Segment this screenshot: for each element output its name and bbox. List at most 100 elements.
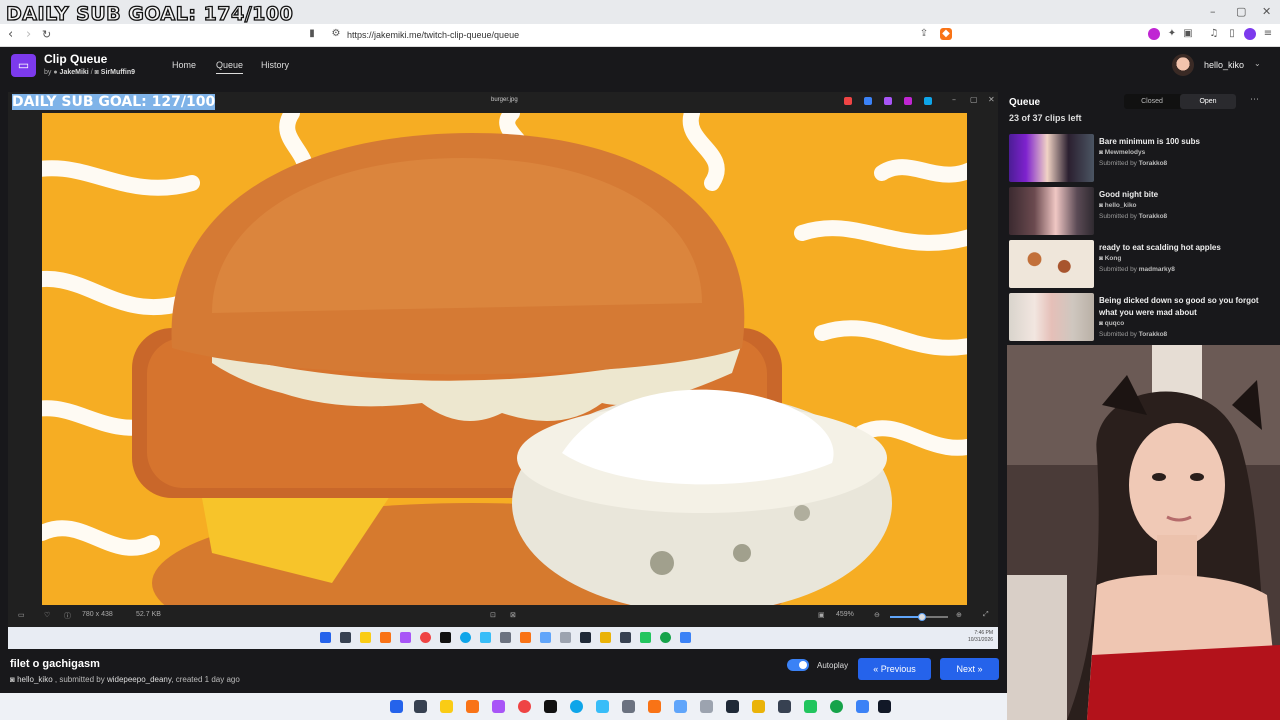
clock-date: 10/31/2026 [968,637,994,643]
reload-icon[interactable]: ↻ [42,28,51,41]
minimize-icon[interactable]: – [952,95,956,104]
menu-icon[interactable]: ≡ [1262,28,1274,40]
close-icon[interactable]: ✕ [1262,5,1271,18]
edge-icon[interactable] [570,700,583,713]
nav-home[interactable]: Home [172,60,196,70]
extension-icon[interactable]: ✦ [1166,28,1178,40]
by-label: by [44,69,52,76]
queue-item[interactable]: ready to eat scalding hot apples ◙ Kong … [1009,240,1274,288]
app-icon[interactable] [596,700,609,713]
app-icon[interactable] [544,700,557,713]
app-icon[interactable] [856,700,869,713]
queue-item-submitter: Submitted by Torakko8 [1099,331,1168,338]
app-icon[interactable] [864,97,872,105]
share-icon[interactable]: ⇪ [918,28,930,40]
queue-item[interactable]: Being dicked down so good so you forgot … [1009,293,1274,341]
sidebar-icon[interactable]: ▯ [1226,28,1238,40]
app-icon[interactable] [700,700,713,713]
next-label: Next [956,664,975,674]
queue-status-toggle[interactable]: Closed Open [1124,94,1236,109]
actual-size-icon[interactable]: ⊠ [510,611,516,619]
site-info-icon[interactable]: ⚙ [330,28,342,40]
chevron-down-icon[interactable]: ⌄ [1254,59,1261,68]
app-icon [540,632,551,643]
zoom-in-icon[interactable]: ⊕ [956,611,962,619]
extension-icon[interactable] [1148,28,1160,40]
profile-icon[interactable] [1244,28,1256,40]
info-icon[interactable]: ⓘ [64,611,71,621]
app-icon[interactable] [884,97,892,105]
windows-icon[interactable] [390,700,403,713]
rewind-icon: « [873,664,879,674]
app-icon[interactable] [778,700,791,713]
app-icon[interactable] [904,97,912,105]
app-icon[interactable] [844,97,852,105]
next-button[interactable]: Next » [940,658,999,680]
spotify-icon[interactable] [830,700,843,713]
back-icon[interactable]: ‹ [8,27,13,42]
author-link[interactable]: SirMuffin9 [101,69,135,76]
chrome-icon[interactable] [518,700,531,713]
favorite-icon[interactable]: ♡ [44,611,50,619]
queue-count: 23 of 37 clips left [1009,113,1082,123]
extension-icon[interactable]: ▣ [1182,28,1194,40]
clip-player[interactable]: DAILY SUB GOAL: 127/100 burger.jpg – ▢ ✕ [8,92,998,627]
sub-goal-overlay: DAILY SUB GOAL: 174/100 [5,2,294,25]
clip-channel[interactable]: hello_kiko [17,675,53,684]
app-icon[interactable] [466,700,479,713]
file-size: 52.7 KB [136,611,161,618]
app-icon[interactable] [804,700,817,713]
maximize-icon[interactable]: ▢ [970,95,978,104]
address-bar[interactable]: https://jakemiki.me/twitch-clip-queue/qu… [347,30,519,40]
nav-history[interactable]: History [261,60,289,70]
bookmark-icon[interactable]: ▮ [306,28,318,40]
clip-thumbnail [1009,187,1094,235]
queue-closed-option[interactable]: Closed [1124,94,1180,109]
minimize-icon[interactable]: – [1210,5,1216,18]
app-icon [580,632,591,643]
more-options-icon[interactable]: ⋯ [1250,95,1259,105]
zoom-out-icon[interactable]: ⊖ [874,611,880,619]
brave-shield-icon[interactable]: ◆ [940,28,952,40]
queue-item-channel: ◙ hello_kiko [1099,202,1137,209]
close-icon[interactable]: ✕ [988,95,995,104]
maximize-icon[interactable]: ▢ [1236,5,1246,18]
fullscreen-icon[interactable]: ⤢ [983,611,989,619]
app-icon[interactable] [674,700,687,713]
queue-open-option[interactable]: Open [1180,94,1236,109]
windows-icon [320,632,331,643]
queue-item-submitter: Submitted by Torakko8 [1099,160,1168,167]
previous-label: Previous [880,664,916,674]
folder-icon[interactable] [440,700,453,713]
clip-submitter[interactable]: widepeepo_deany [107,675,171,684]
zoom-slider-handle[interactable] [917,613,926,621]
app-icon[interactable] [492,700,505,713]
queue-item-channel: ◙ quqco [1099,320,1125,327]
avatar[interactable] [1172,54,1194,76]
app-icon[interactable] [924,97,932,105]
author-link[interactable]: JakeMiki [60,69,89,76]
view-mode-icon[interactable]: ▣ [818,611,825,619]
queue-item[interactable]: Good night bite ◙ hello_kiko Submitted b… [1009,187,1274,235]
autoplay-toggle[interactable] [787,659,809,671]
app-icon[interactable] [752,700,765,713]
zoom-slider[interactable] [890,613,948,621]
previous-button[interactable]: « Previous [858,658,931,680]
nav-queue[interactable]: Queue [216,60,244,74]
app-icon[interactable] [878,700,891,713]
clock-time: 7:46 PM [974,630,994,636]
twitch-icon: ◙ [10,675,15,684]
forward-icon[interactable]: › [26,27,31,42]
app-icon[interactable] [622,700,635,713]
app-icon[interactable] [726,700,739,713]
zoom-level[interactable]: 459% [836,611,854,618]
username[interactable]: hello_kiko [1204,60,1244,70]
app-icon [680,632,691,643]
app-logo-icon[interactable]: ▭ [11,54,36,77]
brave-icon[interactable] [648,700,661,713]
task-view-icon[interactable] [414,700,427,713]
fit-icon[interactable]: ⊡ [490,611,496,619]
queue-item[interactable]: Bare minimum is 100 subs ◙ Mewmelodys Su… [1009,134,1274,182]
gallery-icon[interactable]: ▭ [18,611,25,619]
music-icon[interactable]: ♫ [1208,28,1220,40]
